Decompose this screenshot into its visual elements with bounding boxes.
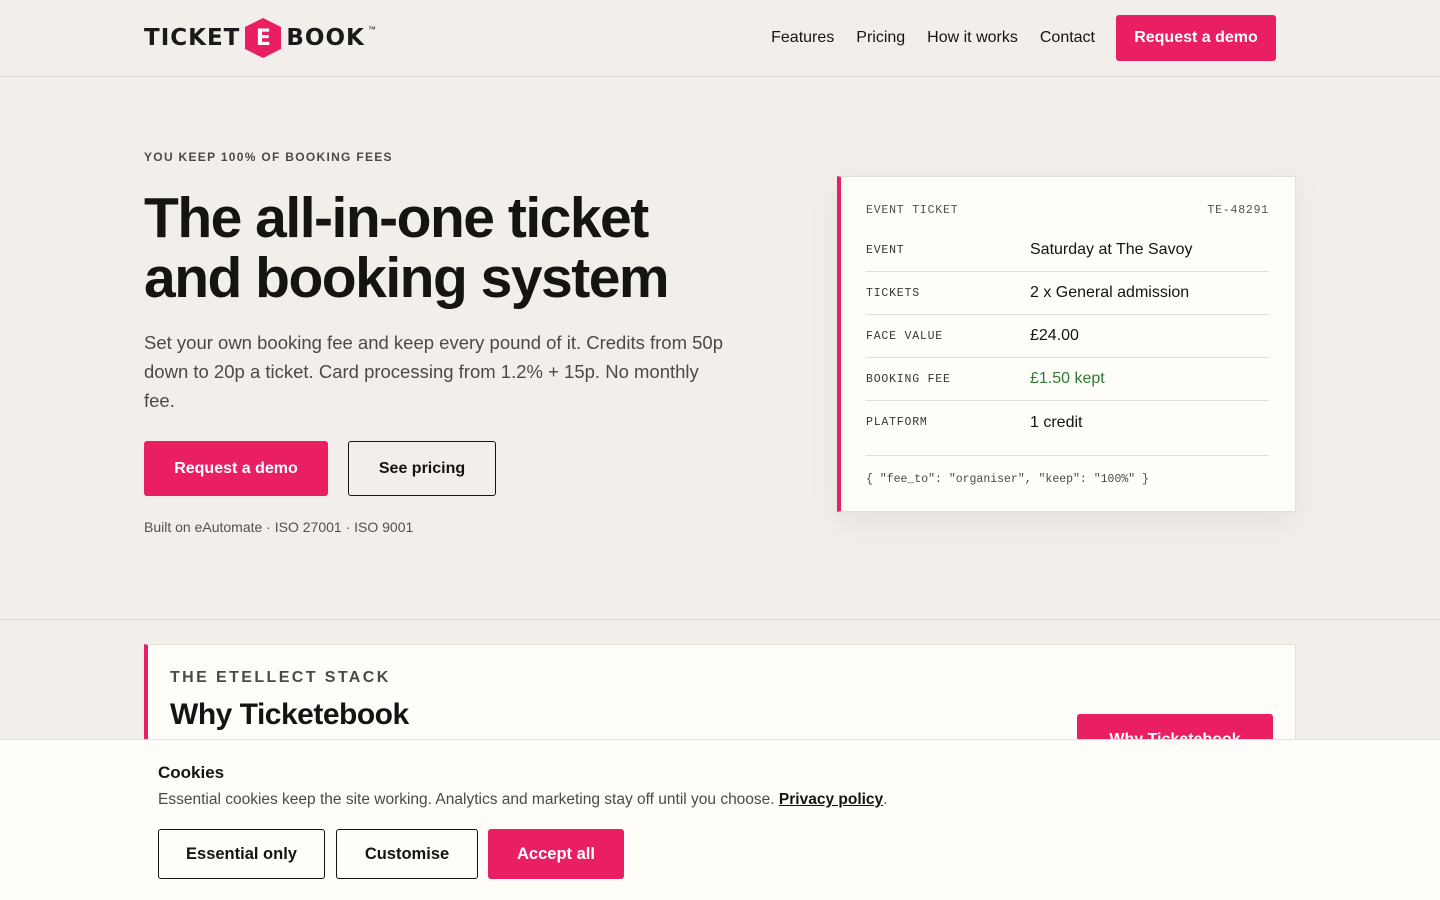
privacy-policy-link[interactable]: Privacy policy [779, 791, 883, 808]
nav-request-demo-button[interactable]: Request a demo [1116, 15, 1276, 61]
ticket-key: PLATFORM [866, 416, 928, 429]
nav-features[interactable]: Features [771, 29, 834, 47]
ticket-value: £24.00 [1030, 327, 1079, 344]
ticket-value: Saturday at The Savoy [1030, 241, 1193, 258]
ticket-key: EVENT [866, 243, 905, 257]
essential-only-button[interactable]: Essential only [158, 829, 325, 879]
ticket-row-booking-fee: BOOKING FEE £1.50 kept [866, 358, 1269, 401]
ticket-row-event: EVENT Saturday at The Savoy [866, 229, 1269, 272]
logo-hexagon-icon: E [243, 17, 283, 59]
ticket-value: 2 x General admission [1030, 284, 1190, 301]
ticket-id: TE-48291 [1207, 204, 1269, 217]
ticket-json-snippet: { "fee_to": "organiser", "keep": "100%" … [866, 455, 1269, 486]
ticket-row-tickets: TICKETS 2 x General admission [866, 272, 1269, 315]
ticket-label: EVENT TICKET [866, 204, 959, 217]
logo-text-left: TICKET [144, 25, 241, 51]
ticket-value-positive: £1.50 kept [1030, 370, 1105, 387]
hero-see-pricing-button[interactable]: See pricing [348, 441, 496, 496]
nav-how-it-works[interactable]: How it works [927, 29, 1018, 47]
section-divider [0, 619, 1440, 620]
hero-request-demo-button[interactable]: Request a demo [144, 441, 328, 496]
event-ticket-card: EVENT TICKET TE-48291 EVENT Saturday at … [837, 176, 1296, 512]
ticket-key: TICKETS [866, 286, 920, 300]
ticket-row-face-value: FACE VALUE £24.00 [866, 315, 1269, 358]
cookie-text-end: . [883, 791, 888, 808]
logo-text-right: BOOK [286, 25, 365, 51]
ticket-key: BOOKING FEE [866, 372, 951, 386]
cookie-text: Essential cookies keep the site working.… [158, 791, 888, 809]
site-header: TICKET E BOOK ™ Features Pricing How it … [0, 0, 1440, 77]
stack-title: Why Ticketebook [170, 698, 409, 731]
main-nav: Features Pricing How it works Contact Re… [749, 15, 1276, 61]
ticket-row-platform: PLATFORM 1 credit [866, 401, 1269, 444]
hero-title-line2: and booking system [144, 246, 670, 310]
cookie-title: Cookies [158, 763, 225, 782]
hero-subtitle: Set your own booking fee and keep every … [144, 332, 723, 411]
logo-trademark: ™ [367, 25, 376, 34]
cookie-text-body: Essential cookies keep the site working.… [158, 791, 775, 808]
nav-pricing[interactable]: Pricing [856, 29, 905, 47]
ticket-key: FACE VALUE [866, 329, 944, 343]
nav-contact[interactable]: Contact [1040, 29, 1095, 47]
accept-all-button[interactable]: Accept all [488, 829, 624, 879]
ticket-value: 1 credit [1030, 413, 1083, 431]
hero-title-line1: The all-in-one ticket [144, 186, 649, 250]
customise-button[interactable]: Customise [336, 829, 478, 879]
cookie-banner: Cookies Essential cookies keep the site … [0, 739, 1440, 900]
hero-eyebrow: YOU KEEP 100% OF BOOKING FEES [144, 150, 393, 164]
brand-logo[interactable]: TICKET E BOOK ™ [144, 17, 376, 59]
logo-mark: E [255, 25, 271, 51]
cookie-actions: Essential only Customise Accept all [158, 829, 624, 879]
ticket-header: EVENT TICKET TE-48291 [866, 204, 1269, 217]
stack-eyebrow: THE ETELLECT STACK [170, 669, 391, 686]
ticket-rows: EVENT Saturday at The Savoy TICKETS 2 x … [866, 229, 1269, 444]
hero-title: The all-in-one ticket and booking system [144, 188, 764, 308]
certifications: Built on eAutomate · ISO 27001 · ISO 900… [144, 519, 414, 535]
